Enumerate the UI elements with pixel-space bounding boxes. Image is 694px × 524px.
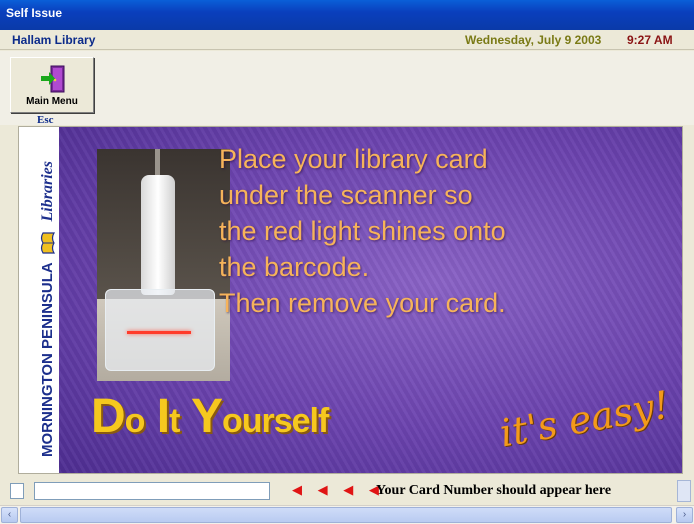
- brand-logo: MORNINGTON PENINSULA Libraries: [39, 161, 57, 457]
- window-title: Self Issue: [6, 6, 63, 20]
- scanner-photo: [97, 149, 230, 381]
- scan-instructions: Place your library card under the scanne…: [219, 141, 679, 321]
- current-time: 9:27 AM: [627, 33, 673, 47]
- card-number-hint: Your Card Number should appear here: [376, 483, 612, 498]
- instruction-line: Place your library card: [219, 144, 488, 174]
- spin-control[interactable]: [677, 480, 691, 502]
- instruction-line: Then remove your card.: [219, 288, 506, 318]
- instruction-line: under the scanner so: [219, 180, 473, 210]
- scroll-left-button[interactable]: ‹: [1, 507, 18, 523]
- main-menu-label: Main Menu: [26, 96, 78, 107]
- scroll-right-button[interactable]: ›: [676, 507, 693, 523]
- current-date: Wednesday, July 9 2003: [465, 33, 602, 47]
- library-name: Hallam Library: [12, 33, 96, 47]
- brand-name: MORNINGTON PENINSULA: [39, 262, 56, 457]
- brand-suffix: Libraries: [39, 161, 56, 222]
- open-book-icon: [40, 232, 56, 254]
- window-titlebar: Self Issue: [0, 0, 694, 30]
- card-number-input[interactable]: [34, 482, 270, 500]
- pointer-arrows: ◀ ◀ ◀ ◀: [292, 482, 385, 497]
- main-menu-shortcut: Esc: [37, 114, 54, 126]
- brand-sidebar: MORNINGTON PENINSULA Libraries: [19, 127, 59, 473]
- scrollbar-thumb[interactable]: [20, 507, 672, 523]
- its-easy-slogan: it's easy!: [496, 382, 673, 456]
- barcode-scanner: [141, 175, 175, 295]
- toolbar: Main Menu Esc: [0, 51, 694, 126]
- self-issue-poster: Place your library card under the scanne…: [59, 127, 682, 473]
- scanner-laser: [127, 331, 191, 334]
- exit-door-icon: [41, 65, 65, 93]
- instruction-line: the red light shines onto: [219, 216, 506, 246]
- info-bar: Hallam Library Wednesday, July 9 2003 9:…: [0, 30, 694, 50]
- status-box: [10, 483, 24, 499]
- card-entry-bar: ◀ ◀ ◀ ◀ Your Card Number should appear h…: [0, 478, 694, 504]
- instruction-line: the barcode.: [219, 252, 370, 282]
- horizontal-scrollbar[interactable]: ‹ ›: [0, 505, 694, 524]
- do-it-yourself-heading: Do It Yourself: [91, 390, 329, 443]
- instruction-panel: MORNINGTON PENINSULA Libraries Place you…: [18, 126, 683, 474]
- main-menu-button[interactable]: Main Menu: [10, 57, 94, 113]
